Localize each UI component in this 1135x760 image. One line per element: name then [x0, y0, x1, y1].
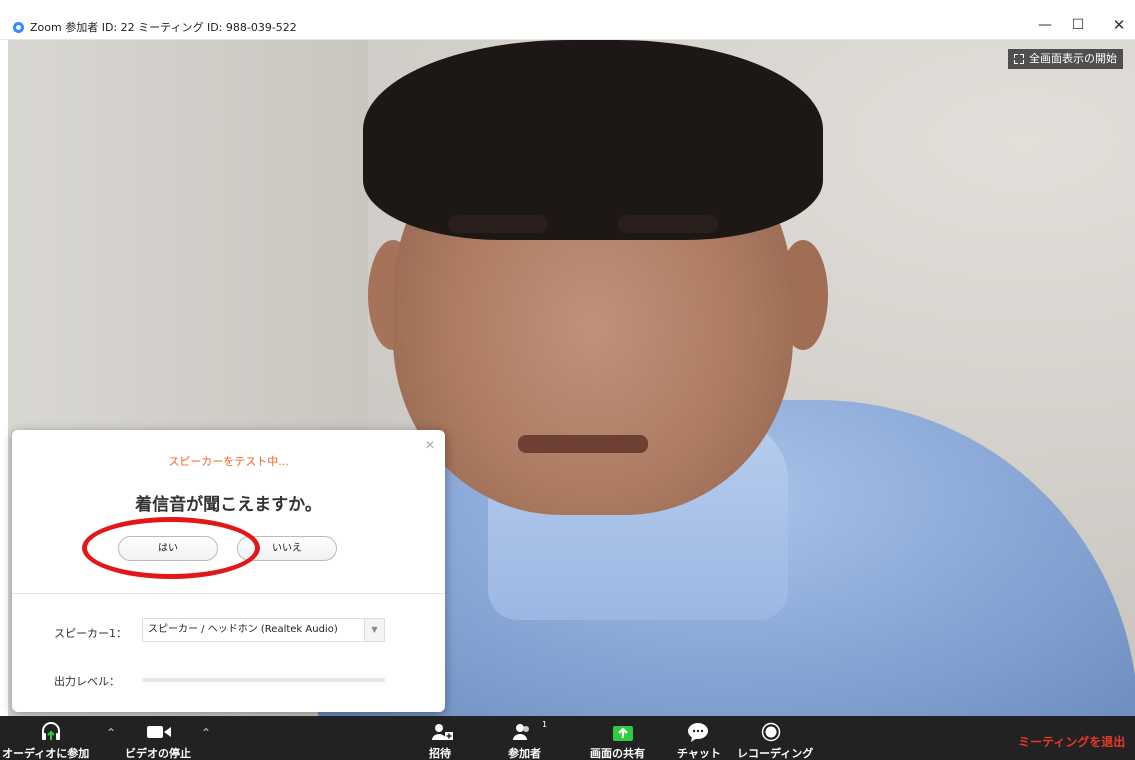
video-camera-icon	[147, 726, 171, 738]
zoom-logo-icon	[13, 22, 24, 33]
join-audio-button[interactable]: オーディオに参加	[0, 716, 100, 760]
invite-icon	[432, 724, 453, 740]
close-button[interactable]: ✕	[1108, 14, 1130, 36]
speaker-test-status: スピーカーをテスト中...	[168, 455, 289, 468]
dialog-close-icon[interactable]: ✕	[425, 438, 435, 452]
join-audio-label: オーディオに参加	[2, 747, 90, 760]
share-screen-icon	[613, 726, 633, 741]
share-screen-label: 画面の共有	[590, 747, 645, 760]
recording-label: レコーディング	[737, 747, 814, 760]
divider	[12, 593, 445, 594]
stop-video-button[interactable]: ビデオの停止	[120, 716, 200, 760]
chevron-down-icon[interactable]: ▼	[364, 619, 384, 641]
headphones-icon	[42, 722, 60, 740]
chat-button[interactable]: チャット	[675, 716, 725, 760]
participants-icon	[513, 724, 529, 740]
speaker-select-value: スピーカー / ヘッドホン (Realtek Audio)	[148, 624, 338, 635]
leave-meeting-button[interactable]: ミーティングを退出	[1018, 733, 1125, 750]
title-bar: Zoom 参加者 ID: 22 ミーティング ID: 988-039-522 —…	[0, 0, 1135, 40]
participant-count: 1	[542, 720, 548, 729]
share-screen-button[interactable]: 画面の共有	[588, 716, 660, 760]
no-button[interactable]: いいえ	[237, 536, 337, 561]
audio-options-chevron-icon[interactable]: ⌃	[106, 726, 116, 740]
maximize-button[interactable]: ☐	[1067, 14, 1089, 36]
stop-video-label: ビデオの停止	[125, 747, 191, 760]
fullscreen-icon	[1014, 54, 1024, 64]
output-level-meter	[142, 678, 385, 682]
window-title: Zoom 参加者 ID: 22 ミーティング ID: 988-039-522	[30, 21, 297, 34]
enter-fullscreen-button[interactable]: 全画面表示の開始	[1008, 49, 1123, 69]
record-icon	[761, 722, 781, 742]
chat-label: チャット	[677, 747, 721, 760]
video-options-chevron-icon[interactable]: ⌃	[201, 726, 211, 740]
speaker-select[interactable]: スピーカー / ヘッドホン (Realtek Audio) ▼	[142, 618, 385, 642]
participants-label: 参加者	[508, 747, 541, 760]
meeting-toolbar: オーディオに参加 ⌃ ビデオの停止 ⌃ 招待 1 参加者 画面の共有 チャット …	[0, 716, 1135, 760]
fullscreen-label: 全画面表示の開始	[1029, 52, 1117, 65]
invite-button[interactable]: 招待	[420, 716, 460, 760]
invite-label: 招待	[429, 747, 451, 760]
ringtone-question: 着信音が聞こえますか。	[135, 495, 322, 515]
recording-button[interactable]: レコーディング	[735, 716, 815, 760]
chat-icon	[688, 723, 708, 742]
yes-button[interactable]: はい	[118, 536, 218, 561]
speaker-test-dialog: ✕ スピーカーをテスト中... 着信音が聞こえますか。 はい いいえ スピーカー…	[12, 430, 445, 712]
speaker-label: スピーカー1：	[54, 627, 127, 640]
output-level-label: 出力レベル：	[54, 675, 120, 688]
minimize-button[interactable]: —	[1034, 14, 1056, 36]
participants-button[interactable]: 1 参加者	[500, 716, 550, 760]
